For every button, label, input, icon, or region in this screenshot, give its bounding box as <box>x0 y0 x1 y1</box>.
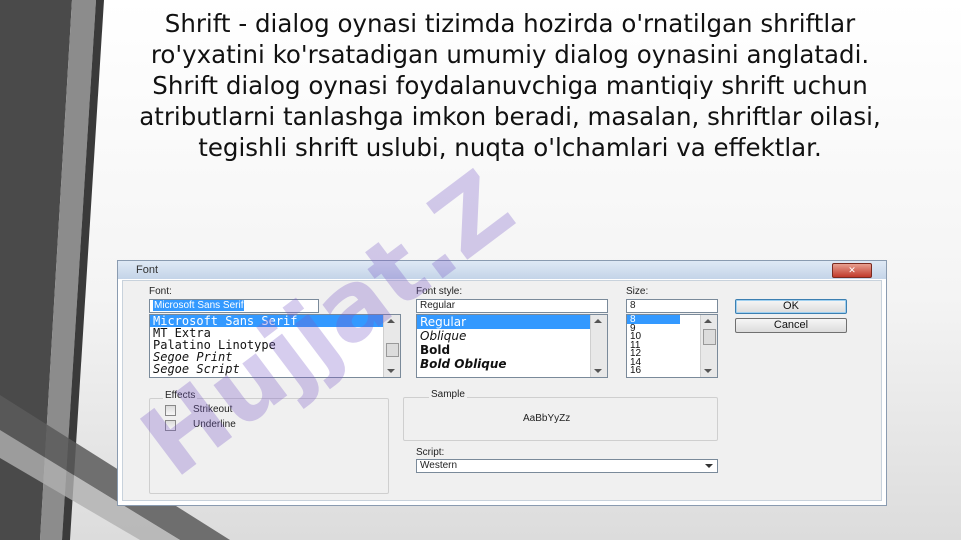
size-list-item[interactable]: 16 <box>627 366 680 375</box>
size-list[interactable]: 8 9 10 11 12 14 16 <box>626 314 718 378</box>
chevron-down-icon[interactable] <box>705 464 713 468</box>
style-list-item[interactable]: Regular <box>417 315 607 329</box>
strikeout-checkbox[interactable] <box>165 405 176 416</box>
font-list[interactable]: Microsoft Sans Serif MT Extra Palatino Lin… <box>149 314 401 378</box>
slide-body-text: Shrift - dialog oynasi tizimda hozirda o… <box>139 9 881 162</box>
dialog-title: Font <box>136 264 159 276</box>
font-list-item[interactable]: Segoe Script <box>150 363 400 375</box>
script-select[interactable]: Western <box>416 459 718 473</box>
scroll-down-icon[interactable] <box>387 369 395 373</box>
font-list-scrollbar[interactable] <box>383 315 400 377</box>
scroll-down-icon[interactable] <box>594 369 602 373</box>
effects-label: Effects <box>163 390 198 401</box>
strikeout-label: Strikeout <box>193 404 233 415</box>
style-label: Font style: <box>416 286 463 297</box>
font-input-value: Microsoft Sans Serif <box>153 300 245 311</box>
size-label: Size: <box>626 286 649 297</box>
dialog-titlebar: Font ✕ <box>118 261 886 279</box>
style-list-item[interactable]: Bold <box>417 343 607 357</box>
scroll-up-icon[interactable] <box>594 319 602 323</box>
sample-preview-text: AaBbYyZz <box>523 413 571 424</box>
script-label: Script: <box>416 447 445 458</box>
style-input[interactable]: Regular <box>416 299 608 313</box>
cancel-button[interactable]: Cancel <box>735 318 847 333</box>
script-select-value: Western <box>420 460 458 471</box>
scroll-thumb[interactable] <box>386 343 399 357</box>
style-list-item[interactable]: Oblique <box>417 329 607 343</box>
close-icon[interactable]: ✕ <box>832 263 872 278</box>
underline-checkbox[interactable] <box>165 420 176 431</box>
effects-group <box>149 398 389 494</box>
scroll-up-icon[interactable] <box>387 319 395 323</box>
ok-button[interactable]: OK <box>735 299 847 314</box>
font-dialog: Font ✕ Font: Microsoft Sans Serif Micros… <box>117 260 887 506</box>
scroll-up-icon[interactable] <box>704 319 712 323</box>
sample-label: Sample <box>429 389 467 400</box>
style-list-item[interactable]: Bold Oblique <box>417 357 607 371</box>
scroll-thumb[interactable] <box>703 329 716 345</box>
dialog-client-area: Font: Microsoft Sans Serif Microsoft San… <box>122 280 882 501</box>
size-list-scrollbar[interactable] <box>700 315 717 377</box>
underline-label: Underline <box>193 419 236 430</box>
size-input[interactable]: 8 <box>626 299 718 313</box>
style-list[interactable]: Regular Oblique Bold Bold Oblique <box>416 314 608 378</box>
font-label: Font: <box>149 286 172 297</box>
font-input[interactable]: Microsoft Sans Serif <box>149 299 319 313</box>
style-list-scrollbar[interactable] <box>590 315 607 377</box>
scroll-down-icon[interactable] <box>704 369 712 373</box>
